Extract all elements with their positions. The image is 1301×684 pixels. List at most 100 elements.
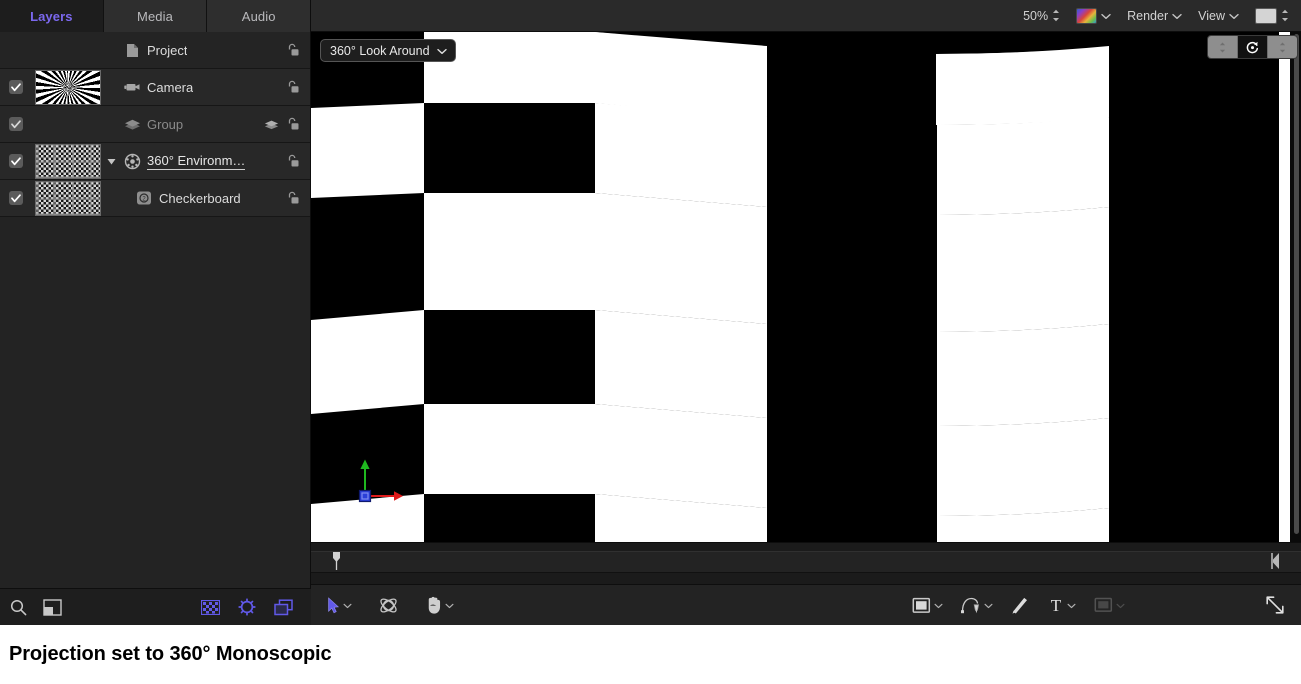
document-icon [123,43,141,58]
checkerboard-thumbnail [36,182,100,215]
layer-row-controls [286,154,310,168]
layers-list[interactable]: Project [0,32,310,588]
layer-row-360-environment[interactable]: 360° Environm… [0,143,310,180]
view-mode-dropdown[interactable]: 360° Look Around [320,39,456,62]
canvas-top-toolbar: 50% [311,0,1301,32]
sphere-360-icon [123,153,141,170]
layers-stack-icon[interactable] [274,599,293,616]
layer-name-label[interactable]: 360° Environm… [147,153,245,170]
paint-stroke-tool[interactable] [1011,596,1030,615]
chevron-down-icon[interactable] [445,596,454,614]
checkbox-cell [0,80,31,94]
chevron-down-icon[interactable] [1101,9,1111,23]
render-menu[interactable]: Render [1127,9,1182,23]
zoom-level-control[interactable]: 50% [1023,9,1060,23]
group-stack-icon[interactable] [264,118,279,130]
mask-tool[interactable] [1094,596,1125,614]
thumbnail-cell [31,181,105,216]
layer-visibility-checkbox[interactable] [9,154,23,168]
unlocked-icon[interactable] [286,154,299,168]
transparency-checkerboard-icon[interactable] [201,600,220,615]
layer-row-camera[interactable]: Camera [0,69,310,106]
select-tool[interactable] [327,596,352,614]
layer-visibility-checkbox[interactable] [9,80,23,94]
tab-audio-label: Audio [242,9,276,24]
chevron-down-icon[interactable] [1067,596,1076,614]
motion-app-window: Layers Media Audio [0,0,1301,684]
chevron-down-icon[interactable] [343,596,352,614]
chevron-down-icon[interactable] [984,596,993,614]
unlocked-icon[interactable] [286,43,299,57]
checkbox-cell [0,154,31,168]
view-menu[interactable]: View [1198,9,1239,23]
tab-media[interactable]: Media [104,0,208,32]
filters-gear-icon[interactable] [238,598,256,616]
display-layout-control[interactable] [1255,8,1289,24]
bezier-pen-tool[interactable] [961,596,993,615]
shape-tool[interactable] [912,596,943,614]
checkerboard-thumbnail [36,145,100,178]
chevron-down-icon[interactable] [934,596,943,614]
layer-row-controls [286,191,310,205]
end-marker[interactable] [1271,552,1280,570]
layer-name-label: Camera [147,80,193,95]
tab-audio[interactable]: Audio [207,0,310,32]
canvas-orientation-segmented-control[interactable] [1207,35,1298,59]
transform-3d-axis-gizmo[interactable] [355,454,415,514]
layer-row-group[interactable]: Group [0,106,310,143]
zoom-level-value: 50% [1023,9,1048,23]
text-tool[interactable]: T [1048,596,1076,614]
checkerboard-360-render [311,32,1290,542]
canvas-vertical-scrollbar[interactable] [1294,34,1299,534]
seg-reset-orientation[interactable] [1238,36,1268,58]
svg-text:T: T [1051,596,1062,614]
playhead-marker[interactable] [332,552,341,570]
checkbox-cell [0,117,31,131]
layers-panel: Layers Media Audio [0,0,311,625]
orbit-3d-tool[interactable] [379,596,398,615]
stepper-icon[interactable] [1052,9,1060,22]
color-profile-icon [1076,8,1097,24]
thumbnail-cell [31,33,105,68]
pan-tool[interactable] [425,596,454,614]
layer-row-project[interactable]: Project [0,32,310,69]
layer-thumbnail-empty [35,33,101,68]
view-mode-label: 360° Look Around [330,44,430,58]
layer-name-cell: Camera [105,80,286,95]
seg-right-stepper[interactable] [1268,36,1297,58]
view-menu-label: View [1198,9,1225,23]
layer-mask-icon[interactable] [43,599,62,616]
thumbnail-cell [31,144,105,179]
caption-text: Projection set to 360° Monoscopic [0,643,332,666]
search-icon[interactable] [10,599,27,616]
layer-thumbnail-empty [35,107,101,142]
app-window: Layers Media Audio [0,0,1301,625]
canvas-bottom-toolbar: T [311,584,1301,625]
expand-view-button[interactable] [1265,595,1285,615]
unlocked-icon[interactable] [286,191,299,205]
layer-visibility-checkbox[interactable] [9,117,23,131]
layer-row-checkerboard[interactable]: 2 Checkerboard [0,180,310,217]
layer-row-controls [264,117,310,131]
layer-name-cell: Group [105,117,264,132]
stepper-icon[interactable] [1281,9,1289,22]
tab-layers-label: Layers [30,9,73,24]
caption-area: Projection set to 360° Monoscopic [0,625,1301,684]
mini-timeline[interactable] [311,542,1301,585]
color-profile-control[interactable] [1076,8,1111,24]
timeline-ruler[interactable] [311,551,1301,573]
tab-layers[interactable]: Layers [0,0,104,32]
disclosure-triangle-expanded[interactable] [105,157,117,166]
bottom-toolbar-right-tools: T [912,595,1289,615]
layer-name-cell: 2 Checkerboard [105,190,286,206]
seg-left-stepper[interactable] [1208,36,1238,58]
layer-name-label: Checkerboard [159,191,241,206]
unlocked-icon[interactable] [286,80,299,94]
layer-visibility-checkbox[interactable] [9,191,23,205]
chevron-down-icon[interactable] [1116,596,1125,614]
unlocked-icon[interactable] [286,117,299,131]
viewer-canvas[interactable]: 360° Look Around [311,32,1301,542]
layer-thumbnail-checkerboard [35,181,101,216]
layers-panel-bottom-bar [0,588,311,625]
render-menu-label: Render [1127,9,1168,23]
